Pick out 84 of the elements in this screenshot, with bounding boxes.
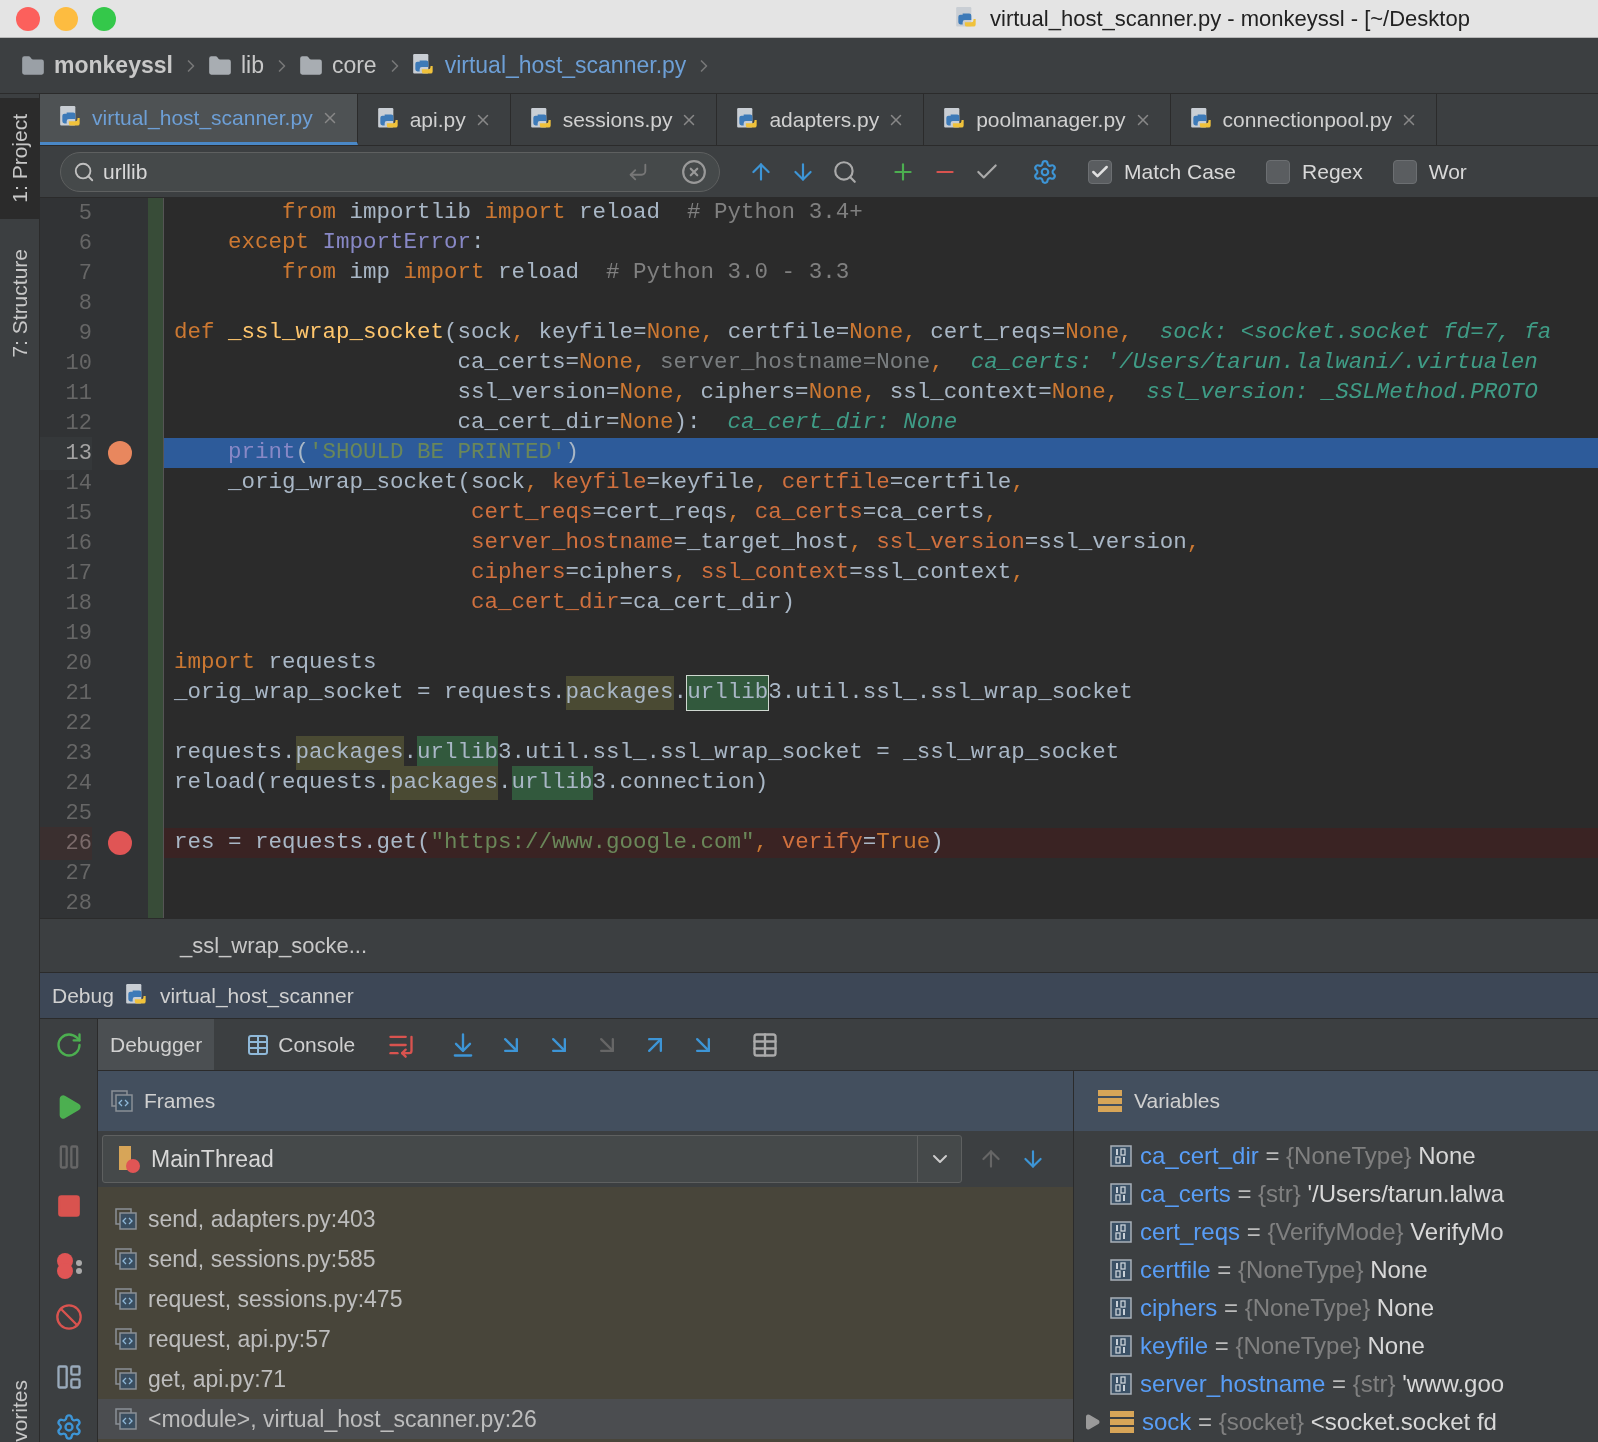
thread-dropdown[interactable]: MainThread <box>102 1135 962 1183</box>
tool-window-tab[interactable]: vorites <box>3 1374 36 1442</box>
code-line: import requests <box>173 648 378 678</box>
stack-frame-icon <box>114 1247 138 1271</box>
panel-title: Frames <box>144 1088 216 1115</box>
binary-variable-icon <box>1110 1145 1132 1167</box>
stack-frame-icon <box>114 1327 138 1351</box>
breakpoint-icon[interactable] <box>108 441 132 465</box>
stack-frame-icon <box>110 1089 134 1113</box>
breadcrumb-item[interactable]: lib <box>240 48 264 83</box>
binary-variable-icon <box>1110 1221 1132 1243</box>
code-line: _orig_wrap_socket = requests.packages.urllib3.util.ssl_.ssl_wrap_socket <box>164 678 1598 708</box>
variable-row[interactable]: ca_cert_dir = {NoneType} None <box>1074 1137 1598 1175</box>
object-icon <box>1110 1411 1134 1433</box>
code-line: ca_cert_dir=None): ca_cert_dir: None <box>456 408 959 438</box>
binary-variable-icon <box>1110 1183 1132 1205</box>
variable-row[interactable]: sock = {socket} <socket.socket fd <box>1074 1403 1598 1441</box>
code-line: cert_reqs=cert_reqs, ca_certs=ca_certs, <box>470 498 999 528</box>
binary-variable-icon <box>1110 1259 1132 1281</box>
breadcrumb-item[interactable]: virtual_host_scanner.py <box>444 48 687 83</box>
debug-tab[interactable]: Debugger <box>98 1019 215 1070</box>
window-title: virtual_host_scanner.py - monkeyssl - [~/Desktop <box>990 5 1470 33</box>
stack-frame[interactable]: <module>, virtual_host_scanner.py:26 <box>98 1399 1073 1439</box>
panel-title: Variables <box>1134 1088 1220 1115</box>
stack-frame-icon <box>114 1367 138 1391</box>
breadcrumb-item[interactable]: monkeyssl <box>54 48 173 83</box>
code-line: ca_cert_dir=ca_cert_dir) <box>470 588 797 618</box>
code-line: from importlib import reload # Python 3.4+ <box>281 198 864 228</box>
close-button[interactable] <box>16 6 40 31</box>
stack-frame[interactable]: request, sessions.py:475 <box>98 1279 1073 1319</box>
option-checkbox[interactable]: Regex <box>1266 155 1363 188</box>
evaluate-icon[interactable] <box>751 1030 780 1059</box>
code-line: ca_certs=None, server_hostname=None, ca_certs: '/Users/tarun.lalwani/.virtualen <box>456 348 1539 378</box>
console-icon <box>246 1032 271 1057</box>
stack-frame[interactable]: send, adapters.py:403 <box>98 1199 1073 1239</box>
variable-row[interactable]: ca_certs = {str} '/Users/tarun.lalwa <box>1074 1175 1598 1213</box>
select-all-icon[interactable] <box>832 158 858 185</box>
search-icon <box>73 160 95 183</box>
line-number: 26 <box>40 826 92 860</box>
clear-icon[interactable] <box>681 158 707 185</box>
code-line: ssl_version=None, ciphers=None, ssl_context=None, ssl_version: _SSLMethod.PROTO <box>456 378 1539 408</box>
breadcrumb-item[interactable]: _ssl_wrap_socke... <box>180 929 368 962</box>
settings-icon[interactable] <box>1032 158 1058 185</box>
binary-variable-icon <box>1110 1297 1132 1319</box>
object-icon <box>1098 1090 1122 1112</box>
stack-frame-icon <box>114 1207 138 1231</box>
debug-tab[interactable]: Console <box>234 1019 368 1070</box>
code-line: from imp import reload # Python 3.0 - 3.3 <box>281 258 851 288</box>
code-line: ciphers=ciphers, ssl_context=ssl_context, <box>470 558 1026 588</box>
variable-row[interactable]: keyfile = {NoneType} None <box>1074 1327 1598 1365</box>
code-line: requests.packages.urllib3.util.ssl_.ssl_wrap_socket = _ssl_wrap_socket <box>164 738 1598 768</box>
breakpoint-icon[interactable] <box>108 831 132 855</box>
code-line: except ImportError: <box>227 228 486 258</box>
tool-window-tab[interactable]: 1: Project <box>0 98 39 219</box>
stack-frame-icon <box>114 1407 138 1431</box>
rerun-icon[interactable] <box>54 1031 83 1059</box>
variable-row[interactable]: cert_reqs = {VerifyMode} VerifyMo <box>1074 1213 1598 1251</box>
tool-window-tab[interactable]: 7: Structure <box>0 232 39 374</box>
layout-icon[interactable] <box>54 1363 83 1391</box>
stack-frame-icon <box>114 1287 138 1311</box>
breadcrumb-item[interactable]: core <box>331 48 377 83</box>
stack-frame[interactable]: send, sessions.py:585 <box>98 1239 1073 1279</box>
option-checkbox[interactable]: Match Case <box>1088 155 1237 188</box>
run-configuration: virtual_host_scanner <box>159 982 354 1010</box>
variable-row[interactable]: certfile = {NoneType} None <box>1074 1251 1598 1289</box>
stack-frame[interactable]: get, api.py:71 <box>98 1359 1073 1399</box>
panel-title: Debug <box>52 982 114 1009</box>
search-field[interactable]: urllib <box>60 151 720 192</box>
code-line: server_hostname=_target_host, ssl_version=ssl_version, <box>470 528 1202 558</box>
stack-frame[interactable]: request, api.py:57 <box>98 1319 1073 1359</box>
expand-icon[interactable] <box>1083 1413 1101 1431</box>
variable-row[interactable]: server_hostname = {str} 'www.goo <box>1074 1365 1598 1403</box>
code-line: _orig_wrap_socket(sock, keyfile=keyfile, certfile=certfile, <box>227 468 1026 498</box>
settings-icon[interactable] <box>54 1413 83 1441</box>
variable-row[interactable]: ciphers = {NoneType} None <box>1074 1289 1598 1327</box>
binary-variable-icon <box>1110 1335 1132 1357</box>
stop-icon[interactable] <box>55 1193 82 1219</box>
mute-breakpoints-icon[interactable] <box>54 1303 83 1331</box>
option-checkbox[interactable]: Wor <box>1392 155 1467 188</box>
zoom-button[interactable] <box>92 6 116 31</box>
code-line: def _ssl_wrap_socket(sock, keyfile=None, certfile=None, cert_reqs=None, sock: <socket.socket fd=7, fa <box>173 318 1553 348</box>
code-line: reload(requests.packages.urllib3.connection) <box>164 768 1598 798</box>
binary-variable-icon <box>1110 1373 1132 1395</box>
line-number: 13 <box>40 436 92 470</box>
